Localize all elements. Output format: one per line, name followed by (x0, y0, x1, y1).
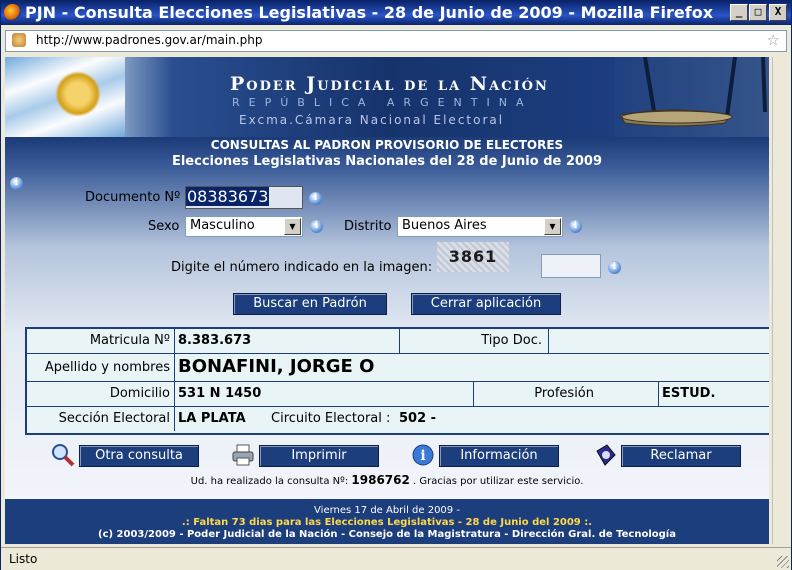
maximize-button[interactable]: □ (749, 4, 767, 21)
otra-consulta-button[interactable]: Otra consulta (79, 445, 199, 467)
close-button[interactable]: X (769, 4, 787, 21)
sexo-info-icon[interactable]: i (310, 220, 323, 233)
sun-of-may-icon (55, 71, 101, 117)
distrito-select[interactable]: Buenos Aires ▼ (397, 216, 563, 237)
circuito-label: Circuito Electoral : (271, 411, 391, 426)
circuito-value: 502 - (399, 411, 437, 426)
scales-of-justice-icon (615, 57, 769, 137)
captcha-input[interactable] (541, 254, 601, 278)
info-icon[interactable]: i (10, 177, 23, 190)
sexo-label: Sexo (148, 219, 180, 234)
distrito-info-icon[interactable]: i (569, 220, 582, 233)
documento-info-icon[interactable]: i (309, 192, 322, 205)
documento-input[interactable]: 08383673 (185, 186, 303, 209)
footer-countdown: .: Faltan 73 dias para las Elecciones Le… (181, 517, 593, 528)
address-bar: http://www.padrones.gov.ar/main.php ☆ (1, 28, 791, 54)
seccion-label: Sección Electoral (27, 407, 175, 431)
nombre-label: Apellido y nombres (27, 354, 175, 381)
firefox-icon (4, 4, 21, 21)
banner-subtitle: REPÚBLICA ARGENTINA (232, 96, 533, 109)
information-icon[interactable]: i (411, 443, 435, 467)
chevron-down-icon[interactable]: ▼ (544, 218, 561, 235)
banner: Poder Judicial de la Nación REPÚBLICA AR… (5, 57, 769, 137)
sexo-value: Masculino (190, 218, 255, 233)
search-button[interactable]: Buscar en Padrón (233, 293, 387, 315)
captcha-info-icon[interactable]: i (608, 261, 621, 274)
vertical-scrollbar[interactable] (772, 57, 790, 544)
status-bar: Listo (1, 547, 791, 570)
informacion-button[interactable]: Información (439, 445, 559, 467)
seccion-value: LA PLATA (178, 411, 246, 426)
banner-title: Poder Judicial de la Nación (230, 73, 549, 95)
resize-grip-icon[interactable] (777, 556, 789, 568)
result-row-seccion: Sección Electoral LA PLATA Circuito Elec… (27, 407, 769, 431)
distrito-value: Buenos Aires (402, 218, 487, 233)
nombre-value: BONAFINI, JORGE O (178, 356, 375, 377)
close-app-button[interactable]: Cerrar aplicación (411, 293, 561, 315)
tipodoc-label: Tipo Doc. (399, 329, 549, 353)
status-text: Listo (9, 552, 38, 566)
header-line-1: CONSULTAS AL PADRON PROVISORIO DE ELECTO… (210, 138, 564, 152)
matricula-value: 8.383.673 (175, 329, 400, 353)
domicilio-label: Domicilio (27, 382, 175, 406)
imprimir-button[interactable]: Imprimir (259, 445, 379, 467)
distrito-label: Distrito (344, 219, 392, 234)
chevron-down-icon[interactable]: ▼ (284, 218, 301, 235)
printer-icon[interactable] (231, 443, 255, 467)
domicilio-value: 531 N 1450 (175, 382, 474, 406)
minimize-button[interactable]: _ (730, 4, 748, 21)
tipodoc-value (549, 329, 769, 353)
counter-number: 1986762 (351, 473, 410, 487)
sexo-select[interactable]: Masculino ▼ (185, 216, 303, 237)
result-row-domicilio: Domicilio 531 N 1450 Profesión ESTUD. (27, 382, 769, 407)
site-icon (12, 33, 26, 47)
counter-suffix: . Gracias por utilizar este servicio. (413, 476, 584, 487)
result-table: Matricula Nº 8.383.673 Tipo Doc. Apellid… (25, 327, 769, 435)
title-bar: PJN - Consulta Elecciones Legislativas -… (1, 1, 791, 25)
documento-value: 08383673 (186, 187, 270, 206)
svg-text:i: i (420, 448, 425, 464)
footer-copyright: (c) 2003/2009 - Poder Judicial de la Nac… (98, 529, 676, 540)
window-title: PJN - Consulta Elecciones Legislativas -… (25, 3, 714, 22)
profesion-value: ESTUD. (662, 386, 716, 401)
counter-prefix: Ud. ha realizado la consulta Nº: (190, 476, 349, 487)
documento-label: Documento Nº (85, 190, 181, 205)
page-content: Poder Judicial de la Nación REPÚBLICA AR… (5, 57, 769, 544)
seccion-detail: LA PLATA Circuito Electoral : 502 - (175, 407, 769, 431)
captcha-image: 3861 (437, 242, 509, 272)
complaint-icon[interactable] (593, 443, 617, 467)
matricula-label: Matricula Nº (27, 329, 175, 353)
header-line-2: Elecciones Legislativas Nacionales del 2… (171, 154, 603, 169)
browser-window: PJN - Consulta Elecciones Legislativas -… (0, 0, 792, 570)
url-text: http://www.padrones.gov.ar/main.php (36, 33, 263, 47)
footer-date: Viernes 17 de Abril de 2009 - (314, 505, 460, 516)
banner-subtitle-2: Excma.Cámara Nacional Electoral (239, 113, 505, 127)
result-row-nombre: Apellido y nombres BONAFINI, JORGE O (27, 354, 769, 382)
captcha-label: Digite el número indicado en la imagen: (171, 260, 433, 275)
bookmark-star-icon[interactable]: ☆ (767, 31, 780, 49)
footer: Viernes 17 de Abril de 2009 - .: Faltan … (5, 499, 769, 544)
profesion-label: Profesión (473, 382, 659, 406)
query-counter: Ud. ha realizado la consulta Nº: 1986762… (5, 473, 769, 487)
magnifier-icon[interactable] (51, 443, 75, 467)
reclamar-button[interactable]: Reclamar (621, 445, 741, 467)
url-input[interactable]: http://www.padrones.gov.ar/main.php ☆ (5, 30, 787, 52)
result-row-matricula: Matricula Nº 8.383.673 Tipo Doc. (27, 329, 769, 354)
